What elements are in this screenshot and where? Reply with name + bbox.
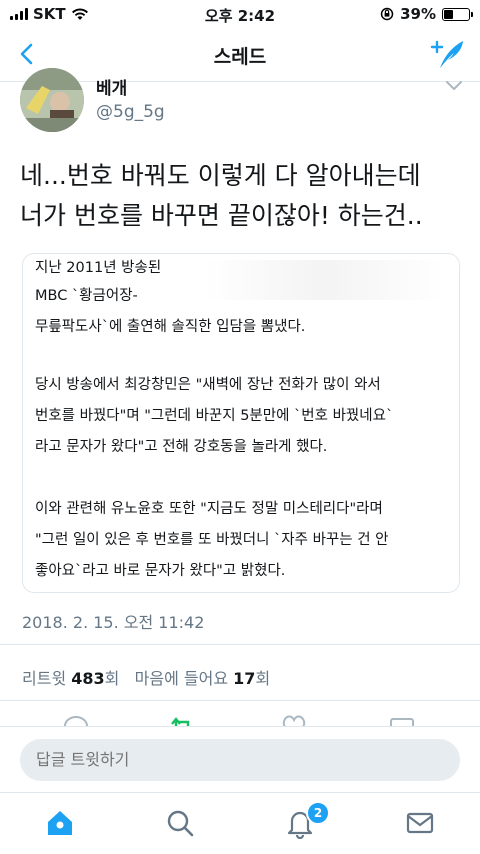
author-name[interactable]: 베개 (96, 74, 127, 99)
like-unit: 회 (255, 669, 271, 688)
author-handle[interactable]: @5g_5g (96, 102, 165, 122)
tweet-timestamp[interactable]: 2018. 2. 15. 오전 11:42 (22, 609, 204, 633)
battery-icon (442, 7, 473, 21)
home-icon[interactable] (44, 807, 76, 839)
engagement-stats: 리트윗 483회 마음에 들어요 17회 (22, 665, 270, 689)
notification-badge: 2 (306, 801, 330, 825)
battery-fill (444, 9, 454, 19)
tweet-line: 너가 번호를 바꾸면 끝이잖아! 하는건.. (20, 201, 423, 230)
card-text-line: 무릎팍도사`에 출연해 솔직한 입담을 뽐냈다. (35, 319, 306, 335)
like-label: 마음에 들어요 (134, 669, 229, 688)
tweet-text: 네...번호 바꿔도 이렇게 다 알아내는데 너가 번호를 바꾸면 끝이잖아! … (20, 156, 470, 236)
like-stat[interactable]: 마음에 들어요 17회 (135, 669, 271, 688)
avatar-image (20, 68, 84, 132)
card-text-line: 번호를 바꿨다"며 "그런데 바꾼지 5분만에 `번호 바꿨네요` (35, 408, 394, 424)
card-text-line: MBC `황금어장- (35, 288, 138, 304)
messages-envelope-icon[interactable] (404, 807, 436, 839)
card-text-line: 지난 2011년 방송된 (35, 260, 162, 276)
reply-input[interactable] (20, 739, 460, 781)
search-icon[interactable] (164, 807, 196, 839)
card-text-line: 당시 방송에서 최강창민은 "새벽에 장난 전화가 많이 와서 (35, 377, 381, 393)
card-redaction (205, 260, 445, 300)
compose-tweet-icon[interactable] (430, 38, 466, 70)
rotation-lock-icon (380, 7, 394, 21)
retweet-label: 리트윗 (22, 669, 67, 688)
nav-header: 스레드 (0, 28, 480, 82)
retweet-unit: 회 (104, 669, 120, 688)
heart-icon[interactable] (280, 714, 308, 726)
card-text-line: 라고 문자가 왔다"고 전해 강호동을 놀라게 했다. (35, 439, 328, 455)
status-right: 39% (380, 5, 473, 23)
card-text-line: 이와 관련해 유노윤호 또한 "지금도 정말 미스테리다"라며 (35, 501, 383, 517)
reply-bar (0, 726, 480, 792)
media-card[interactable]: 지난 2011년 방송된 MBC `황금어장- 무릎팍도사`에 출연해 솔직한 … (22, 253, 460, 593)
retweet-count: 483 (71, 669, 105, 688)
card-text-line: 좋아요`라고 바로 문자가 왔다"고 밝혔다. (35, 563, 286, 579)
status-bar: SKT 오후 2:42 39% (0, 0, 480, 28)
battery-percent: 39% (400, 5, 436, 23)
retweet-icon[interactable] (168, 714, 196, 726)
divider (0, 700, 480, 701)
tweet-line: 네...번호 바꿔도 이렇게 다 알아내는데 (20, 161, 421, 190)
direct-message-icon[interactable] (388, 714, 416, 726)
retweet-stat[interactable]: 리트윗 483회 (22, 669, 119, 688)
like-count: 17 (233, 669, 256, 688)
card-text-line: "그런 일이 있은 후 번호를 또 바꿨더니 `자주 바꾸는 건 안 (35, 532, 389, 548)
divider (0, 644, 480, 645)
page-title: 스레드 (213, 46, 267, 68)
chevron-down-icon[interactable] (444, 78, 464, 92)
reply-icon[interactable] (62, 714, 90, 726)
avatar[interactable] (20, 68, 84, 132)
tab-bar (0, 792, 480, 854)
